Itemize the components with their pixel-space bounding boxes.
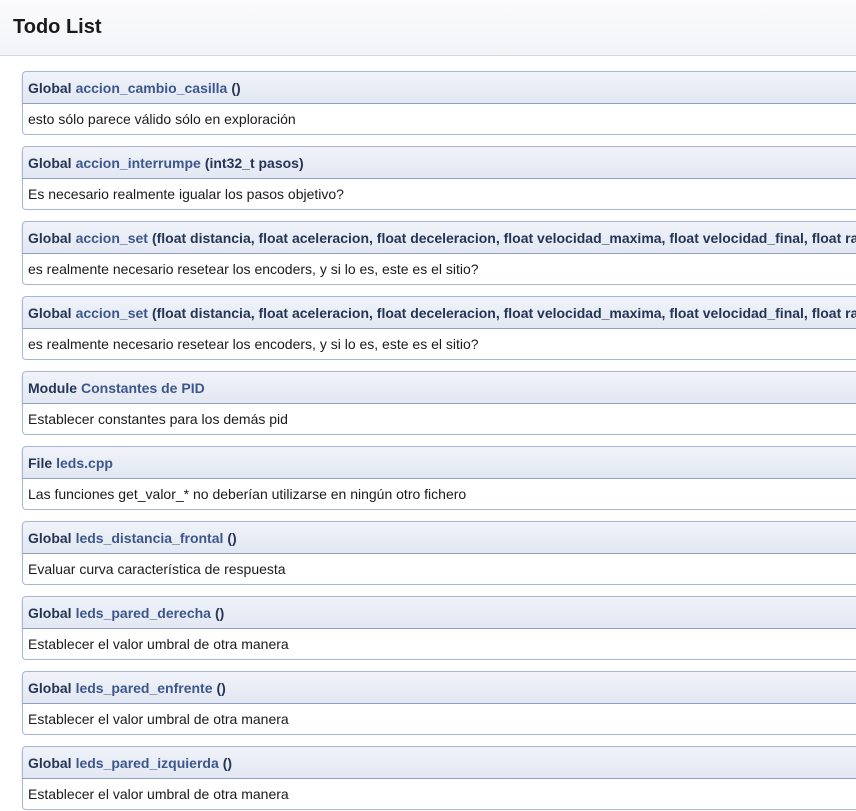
todo-item-kind: Global	[28, 154, 72, 171]
todo-item-kind: Global	[28, 679, 72, 696]
todo-item-kind: Global	[28, 754, 72, 771]
todo-item-description: Evaluar curva característica de respuest…	[22, 554, 856, 585]
todo-item-header: Global accion_cambio_casilla ()	[22, 71, 856, 104]
todo-item-header: Global accion_set (float distancia, floa…	[22, 221, 856, 254]
todo-item-header: Global leds_pared_derecha ()	[22, 596, 856, 629]
todo-item-args: ()	[222, 754, 233, 771]
todo-item-header: Global leds_distancia_frontal ()	[22, 521, 856, 554]
todo-item-link[interactable]: Constantes de PID	[81, 380, 205, 396]
todo-item-link[interactable]: leds_pared_izquierda	[76, 755, 219, 771]
todo-item-args: (float distancia, float aceleracion, flo…	[151, 304, 856, 321]
todo-item: Global accion_set (float distancia, floa…	[22, 221, 856, 285]
todo-item-args: ()	[216, 679, 226, 696]
todo-item: Global leds_pared_enfrente () Establecer…	[22, 671, 856, 735]
todo-item-link[interactable]: accion_set	[76, 230, 148, 246]
todo-item: Global accion_set (float distancia, floa…	[22, 296, 856, 360]
todo-item-kind: Global	[28, 529, 72, 546]
todo-item-link[interactable]: leds_pared_derecha	[76, 605, 211, 621]
todo-item-kind: Global	[28, 304, 72, 321]
todo-item-kind: File	[28, 454, 53, 471]
todo-item-link[interactable]: accion_interrumpe	[76, 155, 201, 171]
todo-item-link[interactable]: leds_distancia_frontal	[76, 530, 224, 546]
todo-item-header: Global accion_interrumpe (int32_t pasos)	[22, 146, 856, 179]
todo-item: Global leds_pared_izquierda () Establece…	[22, 746, 856, 810]
todo-item-args: (int32_t pasos)	[204, 154, 304, 171]
todo-item: Global accion_interrumpe (int32_t pasos)…	[22, 146, 856, 210]
todo-item: File leds.cpp Las funciones get_valor_* …	[22, 446, 856, 510]
todo-item-header: Global leds_pared_enfrente ()	[22, 671, 856, 704]
todo-item-description: es realmente necesario resetear los enco…	[22, 329, 856, 360]
todo-item-kind: Global	[28, 79, 72, 96]
todo-item-description: esto sólo parece válido sólo en explorac…	[22, 104, 856, 135]
page-title: Todo List	[13, 16, 102, 38]
todo-item-header: Global accion_set (float distancia, floa…	[22, 296, 856, 329]
todo-item-kind: Module	[28, 379, 77, 396]
todo-item-link[interactable]: leds_pared_enfrente	[76, 680, 213, 696]
todo-item-header: File leds.cpp	[22, 446, 856, 479]
todo-item: Module Constantes de PID Establecer cons…	[22, 371, 856, 435]
todo-item-description: Las funciones get_valor_* no deberían ut…	[22, 479, 856, 510]
todo-item-description: Es necesario realmente igualar los pasos…	[22, 179, 856, 210]
todo-item-description: Establecer el valor umbral de otra maner…	[22, 779, 856, 810]
todo-item-link[interactable]: accion_set	[76, 305, 148, 321]
todo-item-header: Module Constantes de PID	[22, 371, 856, 404]
todo-item-kind: Global	[28, 604, 72, 621]
todo-item-args: ()	[227, 529, 237, 546]
todo-item-description: Establecer constantes para los demás pid	[22, 404, 856, 435]
page-header: Todo List	[0, 0, 856, 56]
todo-item: Global leds_pared_derecha () Establecer …	[22, 596, 856, 660]
todo-item-link[interactable]: leds.cpp	[56, 455, 113, 471]
todo-item: Global leds_distancia_frontal () Evaluar…	[22, 521, 856, 585]
todo-item-description: Establecer el valor umbral de otra maner…	[22, 704, 856, 735]
todo-item: Global accion_cambio_casilla () esto sól…	[22, 71, 856, 135]
todo-item-args: ()	[214, 604, 225, 621]
todo-item-description: es realmente necesario resetear los enco…	[22, 254, 856, 285]
todo-item-header: Global leds_pared_izquierda ()	[22, 746, 856, 779]
todo-item-args: (float distancia, float aceleracion, flo…	[151, 229, 856, 246]
todo-list: Global accion_cambio_casilla () esto sól…	[0, 56, 856, 810]
todo-item-args: ()	[231, 79, 241, 96]
todo-item-link[interactable]: accion_cambio_casilla	[76, 80, 228, 96]
todo-item-description: Establecer el valor umbral de otra maner…	[22, 629, 856, 660]
todo-item-kind: Global	[28, 229, 72, 246]
